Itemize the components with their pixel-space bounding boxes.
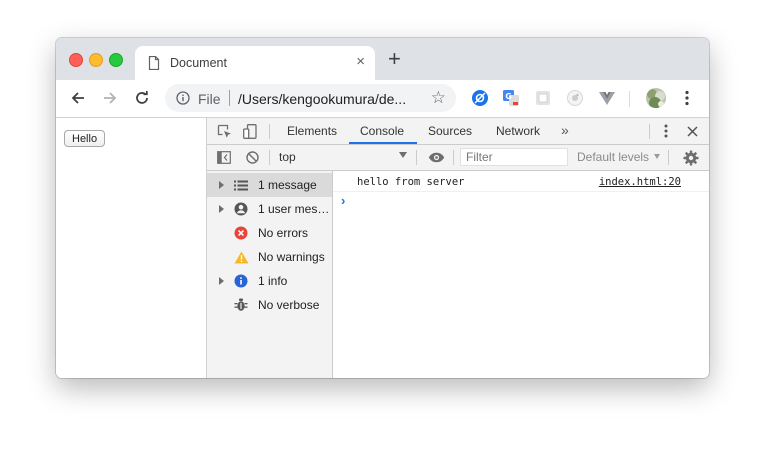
omnibox-url[interactable]: /Users/kengookumura/de... — [238, 91, 406, 107]
document-icon — [148, 55, 160, 73]
devtools-tab-bar: Elements Console Sources Network » — [207, 118, 709, 145]
sidebar-item-warnings[interactable]: No warnings — [207, 245, 332, 269]
blue-compass-extension-icon[interactable] — [471, 89, 489, 107]
omnibox[interactable]: File /Users/kengookumura/de... ☆ — [165, 84, 456, 112]
expand-caret-icon[interactable] — [219, 181, 224, 189]
reload-icon[interactable] — [132, 88, 152, 108]
sidebar-item-label: 1 message — [258, 178, 317, 192]
sidebar-item-messages[interactable]: 1 message — [207, 173, 332, 197]
console-log-row: hello from server index.html:20 — [333, 171, 709, 192]
more-tabs-icon[interactable]: » — [561, 122, 569, 138]
back-arrow-icon[interactable] — [68, 88, 88, 108]
toolbar-divider — [629, 91, 630, 107]
sidebar-item-info[interactable]: 1 info — [207, 269, 332, 293]
clear-console-icon[interactable] — [243, 149, 261, 166]
list-icon — [233, 177, 249, 193]
browser-toolbar: File /Users/kengookumura/de... ☆ G — [56, 80, 709, 118]
tab-close-icon[interactable]: × — [356, 54, 365, 70]
tab-console[interactable]: Console — [360, 124, 404, 138]
console-sidebar: 1 message 1 user mes… No errors No warni… — [207, 171, 333, 378]
grey-square-extension-icon[interactable] — [534, 89, 552, 107]
devtools-divider — [649, 124, 650, 139]
active-tab-indicator — [349, 142, 417, 144]
tab-title: Document — [170, 56, 227, 70]
minimize-window-button[interactable] — [89, 53, 103, 67]
sidebar-item-label: 1 user mes… — [258, 202, 330, 216]
camera-extension-icon[interactable] — [566, 89, 584, 107]
browser-tab[interactable]: Document × — [135, 46, 375, 80]
close-devtools-icon[interactable] — [683, 122, 701, 140]
tab-elements[interactable]: Elements — [287, 124, 337, 138]
device-toolbar-icon[interactable] — [241, 122, 259, 140]
user-icon — [233, 201, 249, 217]
show-sidebar-icon[interactable] — [215, 149, 233, 166]
omnibox-scheme-label: File — [198, 91, 221, 107]
profile-avatar-icon[interactable] — [645, 87, 667, 109]
forward-arrow-icon[interactable] — [100, 88, 120, 108]
log-source-link[interactable]: index.html:20 — [599, 176, 681, 188]
omnibox-separator — [229, 90, 230, 106]
info-icon[interactable] — [176, 91, 190, 108]
info-icon — [233, 273, 249, 289]
tab-network[interactable]: Network — [496, 124, 540, 138]
sidebar-item-label: No verbose — [258, 298, 320, 312]
inspect-element-icon[interactable] — [215, 122, 233, 140]
log-message: hello from server — [357, 176, 465, 188]
sidebar-item-verbose[interactable]: No verbose — [207, 293, 332, 317]
new-tab-button[interactable]: + — [388, 48, 401, 70]
console-prompt-icon[interactable]: › — [341, 193, 345, 208]
context-dropdown-arrow-icon[interactable] — [399, 152, 407, 158]
tab-sources[interactable]: Sources — [428, 124, 472, 138]
context-selector[interactable]: top — [279, 150, 296, 164]
star-icon[interactable]: ☆ — [431, 89, 446, 107]
expand-caret-icon[interactable] — [219, 277, 224, 285]
devtools-divider — [269, 124, 270, 139]
console-output: hello from server index.html:20 › — [333, 171, 709, 378]
kebab-menu-icon[interactable] — [677, 88, 697, 108]
svg-text:G: G — [505, 92, 512, 101]
translate-extension-icon[interactable]: G — [502, 89, 520, 107]
warning-icon — [233, 249, 249, 265]
hello-button[interactable]: Hello — [64, 130, 106, 147]
vue-devtools-extension-icon[interactable] — [598, 89, 616, 107]
devtools-divider — [269, 150, 270, 165]
devtools-divider — [668, 150, 669, 165]
browser-window: Document × + File /Users/kengookumura/de… — [56, 38, 709, 378]
devtools-divider — [453, 150, 454, 165]
filter-input[interactable] — [460, 148, 568, 166]
web-page-viewport: Hello — [56, 118, 207, 378]
console-settings-gear-icon[interactable] — [681, 148, 700, 167]
sidebar-item-label: 1 info — [258, 274, 288, 288]
sidebar-item-errors[interactable]: No errors — [207, 221, 332, 245]
devtools-menu-icon[interactable] — [659, 122, 673, 140]
sidebar-item-label: No warnings — [258, 250, 325, 264]
tab-strip: Document × + — [56, 38, 709, 80]
live-expression-eye-icon[interactable] — [425, 149, 447, 166]
sidebar-item-label: No errors — [258, 226, 309, 240]
console-toolbar: top Default levels — [207, 145, 709, 171]
devtools-divider — [416, 150, 417, 165]
bug-icon — [233, 297, 249, 313]
sidebar-item-user-messages[interactable]: 1 user mes… — [207, 197, 332, 221]
zoom-window-button[interactable] — [109, 53, 123, 67]
log-levels-dropdown[interactable]: Default levels — [577, 150, 649, 164]
close-window-button[interactable] — [69, 53, 83, 67]
devtools-panel: Elements Console Sources Network » top F… — [207, 118, 709, 378]
error-icon — [233, 225, 249, 241]
expand-caret-icon[interactable] — [219, 205, 224, 213]
levels-dropdown-arrow-icon[interactable] — [654, 154, 660, 159]
